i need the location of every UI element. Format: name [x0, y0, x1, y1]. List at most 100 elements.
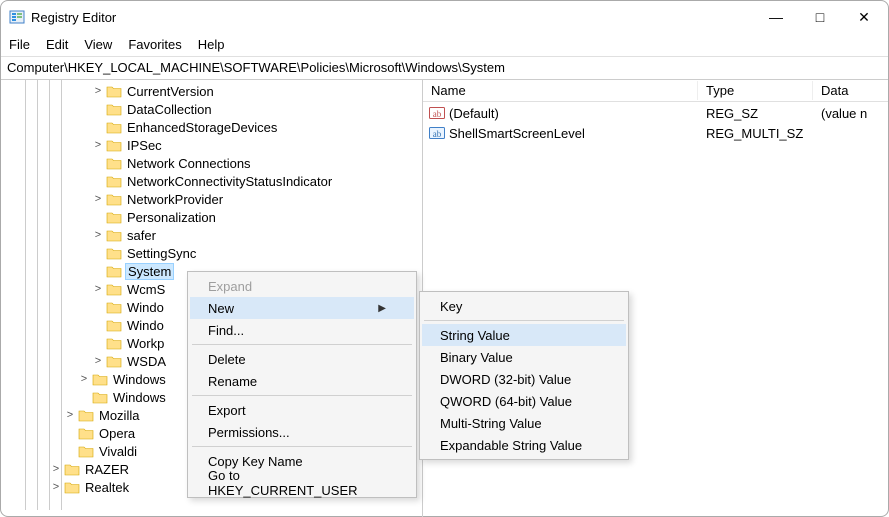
expand-icon[interactable]: >: [49, 481, 63, 493]
tree-node-label: WSDA: [125, 354, 168, 369]
menu-item[interactable]: Key: [422, 295, 626, 317]
tree-node[interactable]: NetworkConnectivityStatusIndicator: [21, 172, 422, 190]
menu-item-label: Binary Value: [440, 350, 513, 365]
menu-item[interactable]: Rename: [190, 370, 414, 392]
menu-item-label: QWORD (64-bit) Value: [440, 394, 572, 409]
menu-item-label: Key: [440, 299, 462, 314]
context-menu: ExpandNew▶Find...DeleteRenameExportPermi…: [187, 271, 417, 498]
column-name[interactable]: Name: [423, 81, 698, 100]
svg-text:ab: ab: [433, 109, 442, 119]
menu-item-label: Find...: [208, 323, 244, 338]
expand-icon[interactable]: >: [91, 85, 105, 97]
close-button[interactable]: ✕: [842, 2, 886, 32]
menu-item[interactable]: QWORD (64-bit) Value: [422, 390, 626, 412]
menu-item[interactable]: Delete: [190, 348, 414, 370]
tree-node[interactable]: EnhancedStorageDevices: [21, 118, 422, 136]
tree-node-label: Workp: [125, 336, 166, 351]
tree-node[interactable]: Personalization: [21, 208, 422, 226]
folder-icon: [78, 444, 94, 458]
address-bar[interactable]: Computer\HKEY_LOCAL_MACHINE\SOFTWARE\Pol…: [1, 57, 888, 80]
folder-icon: [78, 426, 94, 440]
value-icon: ab: [429, 125, 445, 141]
menu-bar: File Edit View Favorites Help: [1, 33, 888, 57]
expand-icon[interactable]: >: [91, 229, 105, 241]
menu-item[interactable]: New ▶: [190, 297, 414, 319]
expand-icon[interactable]: >: [91, 355, 105, 367]
menu-separator: [192, 395, 412, 396]
menu-item[interactable]: DWORD (32-bit) Value: [422, 368, 626, 390]
tree-node[interactable]: > NetworkProvider: [21, 190, 422, 208]
menu-item[interactable]: Export: [190, 399, 414, 421]
expand-icon[interactable]: >: [77, 373, 91, 385]
folder-icon: [106, 354, 122, 368]
folder-icon: [106, 228, 122, 242]
menu-help[interactable]: Help: [194, 35, 235, 54]
menu-view[interactable]: View: [80, 35, 122, 54]
menu-separator: [424, 320, 624, 321]
folder-icon: [106, 336, 122, 350]
menu-item-label: Copy Key Name: [208, 454, 303, 469]
folder-icon: [106, 138, 122, 152]
menu-item[interactable]: String Value: [422, 324, 626, 346]
tree-node-label: Windo: [125, 318, 166, 333]
tree-node[interactable]: >safer: [21, 226, 422, 244]
menu-item[interactable]: Go to HKEY_CURRENT_USER: [190, 472, 414, 494]
context-submenu-new: Key String Value Binary Value DWORD (32-bit…: [419, 291, 629, 460]
menu-item-label: Export: [208, 403, 246, 418]
folder-icon: [106, 282, 122, 296]
tree-node[interactable]: >CurrentVersion: [21, 82, 422, 100]
column-type[interactable]: Type: [698, 81, 813, 100]
folder-icon: [106, 264, 122, 278]
window-controls: — □ ✕: [754, 2, 886, 32]
chevron-right-icon: ▶: [360, 303, 386, 314]
tree-node-label: WcmS: [125, 282, 167, 297]
tree-node[interactable]: SettingSync: [21, 244, 422, 262]
folder-icon: [106, 102, 122, 116]
menu-item-label: New: [208, 301, 234, 316]
folder-icon: [92, 390, 108, 404]
expand-icon[interactable]: >: [49, 463, 63, 475]
maximize-button[interactable]: □: [798, 2, 842, 32]
menu-edit[interactable]: Edit: [42, 35, 78, 54]
column-data[interactable]: Data: [813, 81, 888, 100]
tree-node-label: Realtek: [83, 480, 131, 495]
folder-icon: [64, 462, 80, 476]
menu-item-label: Go to HKEY_CURRENT_USER: [208, 468, 386, 498]
menu-item[interactable]: Binary Value: [422, 346, 626, 368]
expand-icon[interactable]: >: [91, 193, 105, 205]
tree-node-label: Vivaldi: [97, 444, 139, 459]
tree-node-label: System: [125, 263, 174, 280]
minimize-button[interactable]: —: [754, 2, 798, 32]
expand-icon[interactable]: >: [91, 283, 105, 295]
expand-icon[interactable]: >: [91, 139, 105, 151]
regedit-icon: [9, 9, 25, 25]
tree-node[interactable]: >IPSec: [21, 136, 422, 154]
menu-item-label: Permissions...: [208, 425, 290, 440]
menu-favorites[interactable]: Favorites: [124, 35, 191, 54]
list-header: Name Type Data: [423, 80, 888, 102]
menu-item[interactable]: Expandable String Value: [422, 434, 626, 456]
value-name: ShellSmartScreenLevel: [449, 126, 585, 141]
tree-node-label: NetworkProvider: [125, 192, 225, 207]
menu-separator: [192, 344, 412, 345]
folder-icon: [106, 300, 122, 314]
tree-node[interactable]: DataCollection: [21, 100, 422, 118]
list-row[interactable]: ab(Default)REG_SZ(value n: [423, 103, 888, 123]
folder-icon: [106, 156, 122, 170]
tree-node-label: Windo: [125, 300, 166, 315]
value-type: REG_MULTI_SZ: [706, 126, 821, 141]
folder-icon: [106, 120, 122, 134]
menu-item-label: Expandable String Value: [440, 438, 582, 453]
expand-icon[interactable]: >: [63, 409, 77, 421]
menu-item[interactable]: Permissions...: [190, 421, 414, 443]
menu-file[interactable]: File: [5, 35, 40, 54]
menu-separator: [192, 446, 412, 447]
menu-item-label: Delete: [208, 352, 246, 367]
tree-node-label: Mozilla: [97, 408, 141, 423]
folder-icon: [106, 174, 122, 188]
value-data: (value n: [821, 106, 888, 121]
menu-item[interactable]: Find...: [190, 319, 414, 341]
tree-node[interactable]: Network Connections: [21, 154, 422, 172]
menu-item[interactable]: Multi-String Value: [422, 412, 626, 434]
list-row[interactable]: ab ShellSmartScreenLevel REG_MULTI_SZ: [423, 123, 888, 143]
